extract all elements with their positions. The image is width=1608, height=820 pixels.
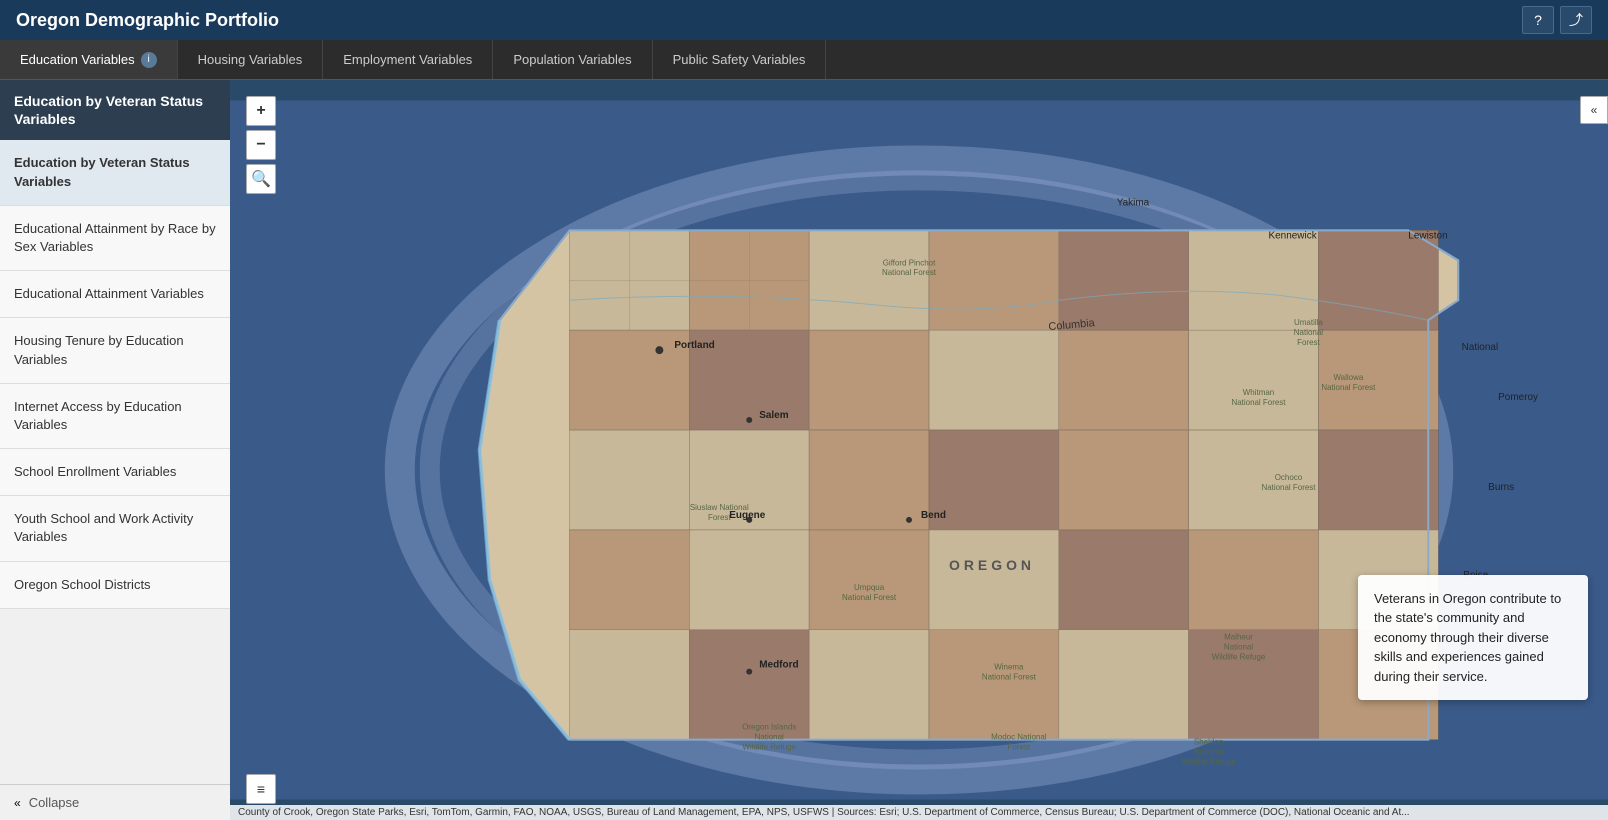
- header-actions: ? ⤴: [1522, 6, 1592, 34]
- main-content: Education by Veteran Status Variables Ed…: [0, 80, 1608, 820]
- svg-text:Wildlife Refuge: Wildlife Refuge: [742, 743, 796, 752]
- svg-text:Sheldon: Sheldon: [1194, 738, 1223, 747]
- tab-housing[interactable]: Housing Variables: [178, 40, 324, 79]
- svg-text:Bend: Bend: [921, 510, 946, 521]
- svg-text:Forest: Forest: [1008, 743, 1031, 752]
- svg-text:Ochoco: Ochoco: [1275, 473, 1303, 482]
- svg-text:Kennewick: Kennewick: [1268, 230, 1316, 241]
- tab-safety[interactable]: Public Safety Variables: [653, 40, 827, 79]
- svg-text:Siuslaw National: Siuslaw National: [690, 503, 749, 512]
- search-icon: 🔍: [251, 169, 271, 189]
- svg-text:Portland: Portland: [674, 340, 714, 351]
- svg-text:Modoc National: Modoc National: [991, 733, 1047, 742]
- sidebar-item-youth[interactable]: Youth School and Work Activity Variables: [0, 496, 230, 561]
- svg-text:Forest: Forest: [1297, 338, 1320, 347]
- svg-text:Whitman: Whitman: [1243, 388, 1274, 397]
- info-tooltip: Veterans in Oregon contribute to the sta…: [1358, 575, 1588, 701]
- svg-text:National Forest: National Forest: [1321, 383, 1376, 392]
- svg-text:National: National: [1224, 643, 1253, 652]
- zoom-out-button[interactable]: −: [246, 130, 276, 160]
- help-button[interactable]: ?: [1522, 6, 1554, 34]
- chevron-left-icon: «: [14, 796, 21, 810]
- svg-text:Malheur: Malheur: [1224, 633, 1253, 642]
- svg-text:Salem: Salem: [759, 410, 789, 421]
- sidebar-item-enrollment[interactable]: School Enrollment Variables: [0, 449, 230, 496]
- svg-text:National: National: [755, 733, 784, 742]
- svg-text:Burns: Burns: [1488, 482, 1514, 493]
- sidebar-section-title: Education by Veteran Status Variables: [0, 80, 230, 140]
- svg-text:Pomeroy: Pomeroy: [1498, 392, 1538, 403]
- svg-text:National: National: [1462, 342, 1499, 353]
- svg-text:National: National: [1294, 328, 1323, 337]
- svg-text:Medford: Medford: [759, 660, 798, 671]
- sidebar: Education by Veteran Status Variables Ed…: [0, 80, 230, 820]
- tab-employment[interactable]: Employment Variables: [323, 40, 493, 79]
- svg-text:Wildlife Refuge: Wildlife Refuge: [1182, 758, 1236, 767]
- zoom-in-button[interactable]: +: [246, 96, 276, 126]
- svg-text:National Forest: National Forest: [842, 593, 897, 602]
- svg-text:Winema: Winema: [994, 663, 1024, 672]
- search-map-button[interactable]: 🔍: [246, 164, 276, 194]
- sidebar-item-race-sex[interactable]: Educational Attainment by Race by Sex Va…: [0, 206, 230, 271]
- map-attribution: County of Crook, Oregon State Parks, Esr…: [230, 805, 1608, 820]
- app-title: Oregon Demographic Portfolio: [16, 10, 279, 31]
- svg-text:National Forest: National Forest: [982, 673, 1037, 682]
- sidebar-item-veteran[interactable]: Education by Veteran Status Variables: [0, 140, 230, 205]
- sidebar-item-internet[interactable]: Internet Access by Education Variables: [0, 384, 230, 449]
- share-button[interactable]: ⤴: [1560, 6, 1592, 34]
- svg-text:Oregon Islands: Oregon Islands: [742, 723, 796, 732]
- svg-text:Yakima: Yakima: [1117, 197, 1150, 208]
- map-controls: + − 🔍: [246, 96, 276, 194]
- svg-text:Wildlife Refuge: Wildlife Refuge: [1212, 653, 1266, 662]
- sidebar-item-housing-edu[interactable]: Housing Tenure by Education Variables: [0, 318, 230, 383]
- app-header: Oregon Demographic Portfolio ? ⤴: [0, 0, 1608, 40]
- map-view[interactable]: Portland Salem Eugene Bend Medford OREGO…: [230, 80, 1608, 820]
- svg-text:Forest: Forest: [708, 513, 731, 522]
- tab-bar: Education Variables i Housing Variables …: [0, 40, 1608, 80]
- sidebar-item-districts[interactable]: Oregon School Districts: [0, 562, 230, 609]
- collapse-panel-button[interactable]: «: [1580, 96, 1608, 124]
- map-svg: Portland Salem Eugene Bend Medford OREGO…: [230, 80, 1608, 820]
- svg-text:National Forest: National Forest: [882, 268, 937, 277]
- tab-info-icon: i: [141, 52, 157, 68]
- svg-text:Wallowa: Wallowa: [1333, 373, 1363, 382]
- svg-text:National: National: [1194, 748, 1223, 757]
- sidebar-item-attainment[interactable]: Educational Attainment Variables: [0, 271, 230, 318]
- svg-text:Umpqua: Umpqua: [854, 583, 885, 592]
- svg-text:Lewiston: Lewiston: [1408, 230, 1447, 241]
- collapse-sidebar-button[interactable]: « Collapse: [0, 784, 230, 820]
- svg-text:Umatilla: Umatilla: [1294, 318, 1323, 327]
- svg-text:National Forest: National Forest: [1261, 483, 1316, 492]
- legend-button[interactable]: ≡: [246, 774, 276, 804]
- tab-education[interactable]: Education Variables i: [0, 40, 178, 79]
- svg-text:OREGON: OREGON: [949, 557, 1035, 573]
- collapse-label: Collapse: [29, 795, 80, 810]
- tab-population[interactable]: Population Variables: [493, 40, 652, 79]
- legend-icon: ≡: [257, 781, 265, 797]
- svg-text:National Forest: National Forest: [1231, 398, 1286, 407]
- svg-text:Gifford Pinchot: Gifford Pinchot: [883, 258, 936, 267]
